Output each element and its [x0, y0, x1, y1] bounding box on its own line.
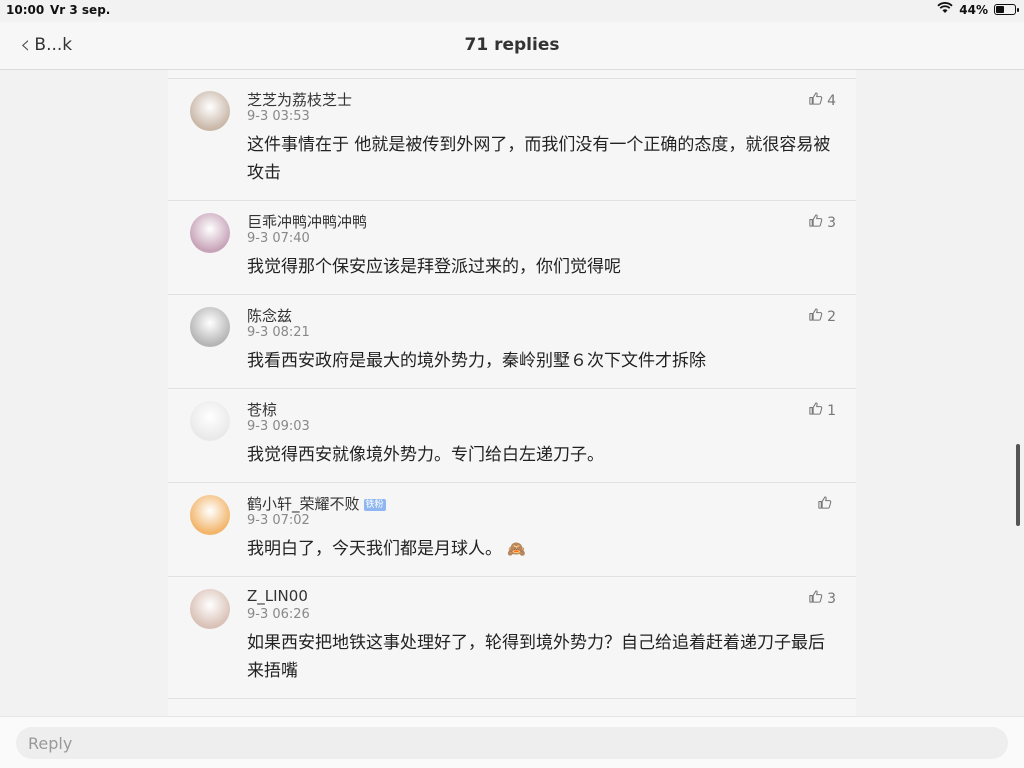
comment-text-body: 如果西安把地铁这事处理好了，轮得到境外势力？自己给追着赶着递刀子最后来捂嘴	[247, 633, 825, 681]
comment-time: 9-3 08:21	[247, 325, 310, 340]
like-button[interactable]: 1	[808, 401, 836, 420]
status-right: 44%	[937, 2, 1019, 17]
avatar[interactable]	[190, 213, 230, 253]
comment-text-body: 这件事情在于 他就是被传到外网了，而我们没有一个正确的态度，就很容易被攻击	[247, 135, 831, 183]
avatar[interactable]	[190, 589, 230, 629]
username-text: 芝芝为荔枝芝士	[247, 91, 353, 109]
like-button[interactable]: 4	[808, 91, 836, 110]
like-count: 4	[827, 92, 836, 109]
comment-text-body: 我看西安政府是最大的境外势力，秦岭别墅６次下文件才拆除	[247, 351, 706, 371]
like-button[interactable]: 3	[808, 589, 836, 608]
nav-bar: ‹ B...k 71 replies	[0, 22, 1024, 70]
like-button[interactable]: 2	[808, 307, 836, 326]
fan-badge: 铁粉	[363, 498, 386, 511]
comment-item[interactable]: Z_LIN00 9-3 06:26 如果西安把地铁这事处理好了，轮得到境外势力？自己…	[168, 576, 856, 698]
comment-time: 9-3 07:02	[247, 513, 310, 528]
comment-text: 我觉得西安就像境外势力。专门给白左递刀子。	[247, 441, 837, 469]
username-text: 巨乖冲鸭冲鸭冲鸭	[247, 213, 368, 231]
comment-item[interactable]: 芝芝为荔枝芝士 9-3 03:53 这件事情在于 他就是被传到外网了，而我们没有一个…	[168, 78, 856, 200]
comment-text: 这件事情在于 他就是被传到外网了，而我们没有一个正确的态度，就很容易被攻击	[247, 131, 837, 187]
comment-item[interactable]: 鹤小轩_荣耀不败 铁粉 9-3 07:02 我明白了，今天我们都是月球人。 🙈	[168, 482, 856, 576]
battery-icon	[994, 4, 1019, 15]
username-text: Z_LIN00	[247, 587, 308, 605]
comment-text-body: 我明白了，今天我们都是月球人。	[247, 539, 502, 559]
comment-item[interactable]: 巨乖冲鸭冲鸭冲鸭 9-3 07:40 我觉得那个保安应该是拜登派过来的，你们觉得呢 3	[168, 200, 856, 294]
page-title: 71 replies	[464, 35, 560, 55]
thumbs-up-icon	[817, 495, 832, 514]
status-date: Vr 3 sep.	[50, 3, 111, 17]
comment-username[interactable]: Z_LIN00	[247, 587, 308, 605]
reply-input[interactable]	[16, 727, 1008, 759]
like-count: 1	[827, 402, 836, 419]
replies-list[interactable]: 芝芝为荔枝芝士 9-3 03:53 这件事情在于 他就是被传到外网了，而我们没有一个…	[168, 70, 856, 716]
avatar[interactable]	[190, 401, 230, 441]
comment-time: 9-3 09:03	[247, 419, 310, 434]
username-text: 陈念兹	[247, 307, 293, 325]
comment-text-body: 我觉得西安就像境外势力。专门给白左递刀子。	[247, 445, 604, 465]
battery-percent: 44%	[959, 2, 988, 17]
avatar[interactable]	[190, 495, 230, 535]
like-button[interactable]	[817, 495, 836, 514]
comment-time: 9-3 03:53	[247, 109, 310, 124]
comment-username[interactable]: 陈念兹	[247, 305, 292, 326]
comment-username[interactable]: 芝芝为荔枝芝士	[247, 89, 352, 110]
like-count: 3	[827, 590, 836, 607]
comment-time: 9-3 06:26	[247, 607, 310, 622]
like-button[interactable]: 3	[808, 213, 836, 232]
comment-text: 如果西安把地铁这事处理好了，轮得到境外势力？自己给追着赶着递刀子最后来捂嘴	[247, 629, 837, 685]
comment-text: 我明白了，今天我们都是月球人。 🙈	[247, 535, 837, 563]
comment-username[interactable]: 鹤小轩_荣耀不败 铁粉	[247, 493, 386, 514]
comment-username[interactable]: 苍椋	[247, 399, 277, 420]
scrollbar[interactable]	[1016, 444, 1020, 526]
reply-bar	[0, 716, 1024, 768]
comment-item[interactable]: 陈念兹 9-3 08:21 我看西安政府是最大的境外势力，秦岭别墅６次下文件才拆除 2	[168, 294, 856, 388]
comment-text: 我觉得那个保安应该是拜登派过来的，你们觉得呢	[247, 253, 837, 281]
status-time: 10:00	[6, 3, 45, 17]
thumbs-up-icon	[808, 213, 823, 232]
like-count: 2	[827, 308, 836, 325]
username-text: 鹤小轩_荣耀不败	[247, 495, 360, 513]
comment-text-body: 我觉得那个保安应该是拜登派过来的，你们觉得呢	[247, 257, 621, 277]
emoji: 🙈	[507, 540, 527, 558]
comment-item-partial[interactable]	[168, 698, 856, 716]
thumbs-up-icon	[808, 401, 823, 420]
like-count: 3	[827, 214, 836, 231]
comment-text: 我看西安政府是最大的境外势力，秦岭别墅６次下文件才拆除	[247, 347, 837, 375]
comment-item[interactable]: 苍椋 9-3 09:03 我觉得西安就像境外势力。专门给白左递刀子。 1	[168, 388, 856, 482]
comment-time: 9-3 07:40	[247, 231, 310, 246]
thumbs-up-icon	[808, 589, 823, 608]
avatar[interactable]	[190, 307, 230, 347]
thumbs-up-icon	[808, 91, 823, 110]
username-text: 苍椋	[247, 401, 278, 419]
thumbs-up-icon	[808, 307, 823, 326]
comment-username[interactable]: 巨乖冲鸭冲鸭冲鸭	[247, 211, 367, 232]
wifi-icon	[937, 2, 953, 17]
status-bar: 10:00 Vr 3 sep. 44%	[0, 0, 1024, 22]
avatar[interactable]	[190, 91, 230, 131]
